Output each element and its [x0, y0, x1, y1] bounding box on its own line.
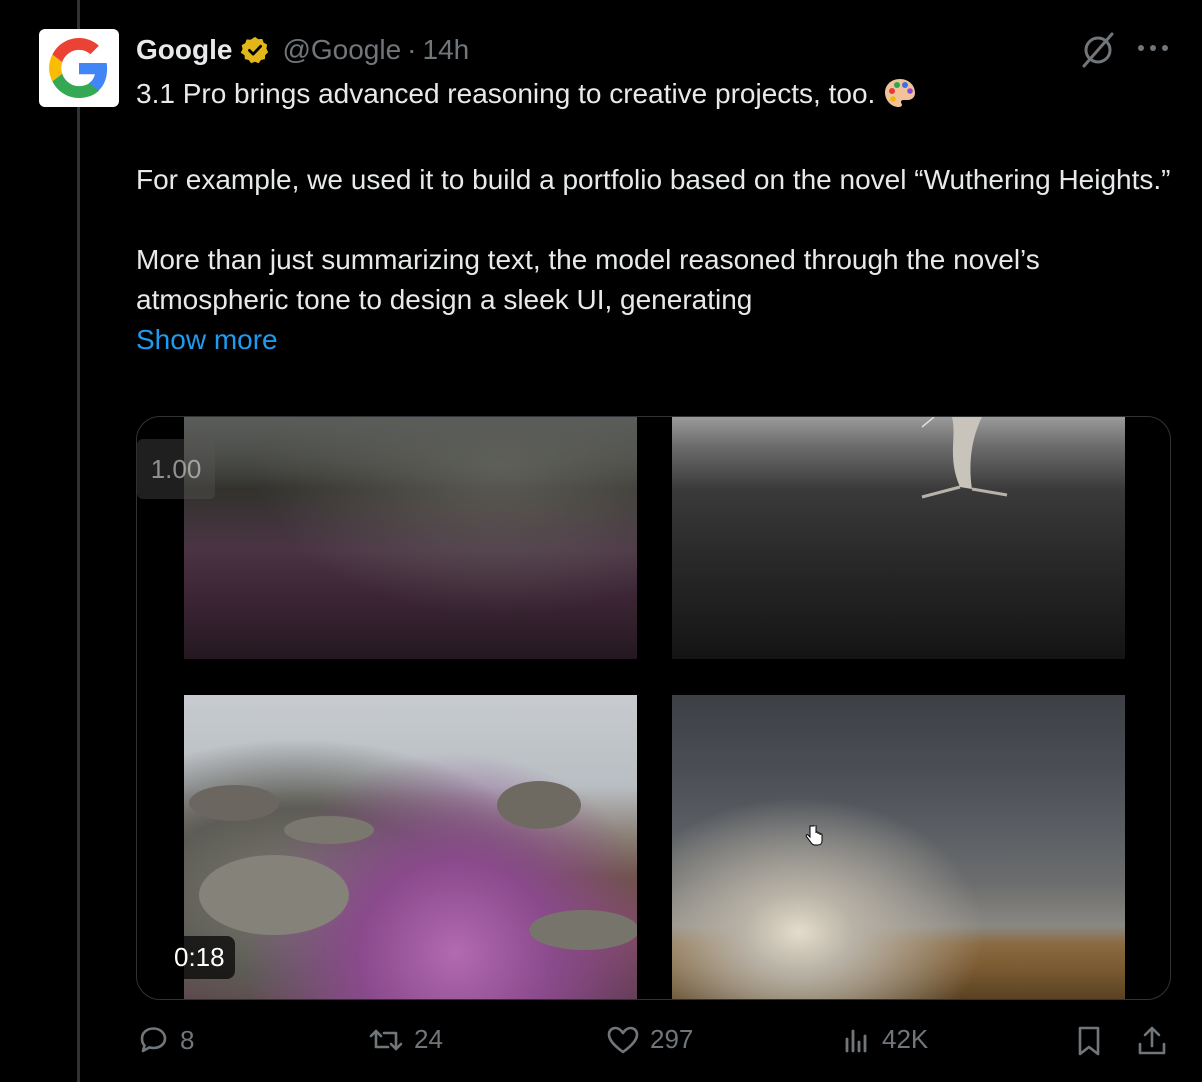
palette-emoji-icon	[883, 77, 917, 120]
video-player[interactable]: 1.00 0:18	[136, 416, 1171, 1000]
post-time[interactable]: 14h	[423, 34, 470, 66]
video-duration: 0:18	[164, 936, 235, 979]
show-more-link[interactable]: Show more	[136, 324, 278, 355]
like-button[interactable]: 297	[606, 1024, 693, 1055]
view-count: 42K	[882, 1024, 929, 1054]
tweet-text-line1: 3.1 Pro brings advanced reasoning to cre…	[136, 78, 876, 109]
mouse-pointer-icon	[805, 824, 823, 852]
more-options-icon[interactable]	[1136, 36, 1170, 65]
views-button[interactable]: 42K	[842, 1024, 928, 1055]
separator-dot: ·	[407, 34, 417, 65]
tweet-header: Google @Google · 14h	[136, 30, 1162, 70]
playback-speed-label: 1.00	[137, 439, 215, 499]
thread-line	[77, 0, 80, 1082]
repost-icon	[369, 1029, 403, 1050]
stormy-valley-image	[672, 695, 1125, 999]
share-icon	[1138, 1026, 1166, 1055]
google-logo-icon	[49, 38, 108, 98]
share-button[interactable]	[1136, 1024, 1168, 1058]
bookmark-button[interactable]	[1074, 1024, 1104, 1058]
repost-button[interactable]: 24	[368, 1024, 443, 1055]
analytics-icon	[845, 1029, 867, 1052]
heather-moor-image	[184, 417, 637, 659]
bw-moor-tree-image	[672, 417, 1125, 659]
tweet-text-paragraph3: More than just summarizing text, the mod…	[136, 244, 1040, 315]
reply-icon	[140, 1027, 167, 1053]
author-name[interactable]: Google	[136, 34, 232, 66]
bookmark-icon	[1078, 1026, 1100, 1056]
author-handle[interactable]: @Google	[282, 34, 401, 66]
reply-count: 8	[180, 1024, 195, 1055]
heather-rocks-image	[184, 695, 637, 999]
like-count: 297	[650, 1024, 694, 1054]
reply-button[interactable]: 8	[136, 1024, 194, 1056]
tweet-text-paragraph2: For example, we used it to build a portf…	[136, 164, 1171, 195]
tweet-text: 3.1 Pro brings advanced reasoning to cre…	[136, 74, 1176, 360]
avatar[interactable]	[39, 29, 119, 107]
repost-count: 24	[414, 1024, 443, 1054]
grok-icon[interactable]	[1078, 30, 1118, 75]
action-bar: 8 24 297 42K	[136, 1024, 1176, 1068]
verified-badge-icon	[240, 35, 270, 65]
heart-icon	[607, 1026, 639, 1053]
